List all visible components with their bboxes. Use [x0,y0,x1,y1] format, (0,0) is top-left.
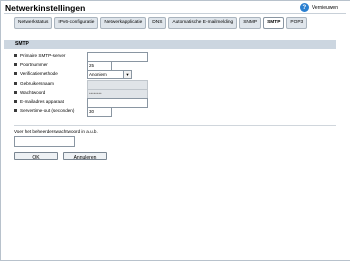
password-label: Wachtwoord [20,90,46,95]
tab-ipv6-configuratie[interactable]: IPv6-configuratie [54,17,99,29]
header-divider [4,13,346,14]
tab-pop3[interactable]: POP3 [286,17,308,29]
tab-dns[interactable]: DNS [148,17,167,29]
bullet-icon [14,72,17,75]
section-divider [14,125,336,126]
row-email-device: E-mailadres apparaat [14,97,64,106]
bullet-icon [14,100,17,103]
bullet-icon [14,91,17,94]
cancel-button[interactable]: Annuleren [63,152,107,161]
bullet-icon [14,63,17,66]
auth-method-select[interactable]: Anoniem ▼ [87,70,132,79]
timeout-input[interactable] [87,107,112,117]
row-primary-server: Primaire SMTP-server [14,51,65,60]
row-username: Gebruikersnaam [14,79,54,88]
tab-smtp[interactable]: SMTP [263,17,285,29]
row-timeout: Servertime-out (seconden) [14,106,74,115]
row-auth-method: Verificatiemethode [14,69,58,78]
tab-snmp[interactable]: SNMP [239,17,262,29]
email-device-label: E-mailadres apparaat [20,99,64,104]
auth-method-label: Verificatiemethode [20,71,58,76]
section-title: SMTP [15,41,29,47]
ok-button[interactable]: OK [14,152,58,161]
admin-password-input[interactable] [14,136,75,147]
port-label: Poortnummer [20,62,48,67]
row-password: Wachtwoord [14,88,45,97]
chevron-down-icon[interactable]: ▼ [123,71,131,78]
tab-automatische-email[interactable]: Automatische E-mailmelding [168,17,238,29]
timeout-label: Servertime-out (seconden) [20,108,75,113]
tab-netwerkapplicatie[interactable]: Netwerkapplicatie [100,17,147,29]
refresh-label: Vernieuwen [311,4,338,11]
bullet-icon [14,82,17,85]
bullet-icon [14,54,17,57]
tab-bar: Netwerkstatus IPv6-configuratie Netwerka… [14,17,308,29]
admin-password-label: Voer het beheerderswachtwoord in a.u.b. [14,129,98,134]
tab-netwerkstatus[interactable]: Netwerkstatus [14,17,53,29]
row-port: Poortnummer [14,60,48,69]
page-title: Netwerkinstellingen [5,3,86,13]
refresh-link[interactable]: ? Vernieuwen [299,3,338,12]
username-label: Gebruikersnaam [20,81,54,86]
auth-method-value: Anoniem [89,72,107,77]
section-header: SMTP [4,40,336,49]
primary-server-label: Primaire SMTP-server [20,53,66,58]
bullet-icon [14,109,17,112]
question-circle-icon: ? [299,3,309,12]
